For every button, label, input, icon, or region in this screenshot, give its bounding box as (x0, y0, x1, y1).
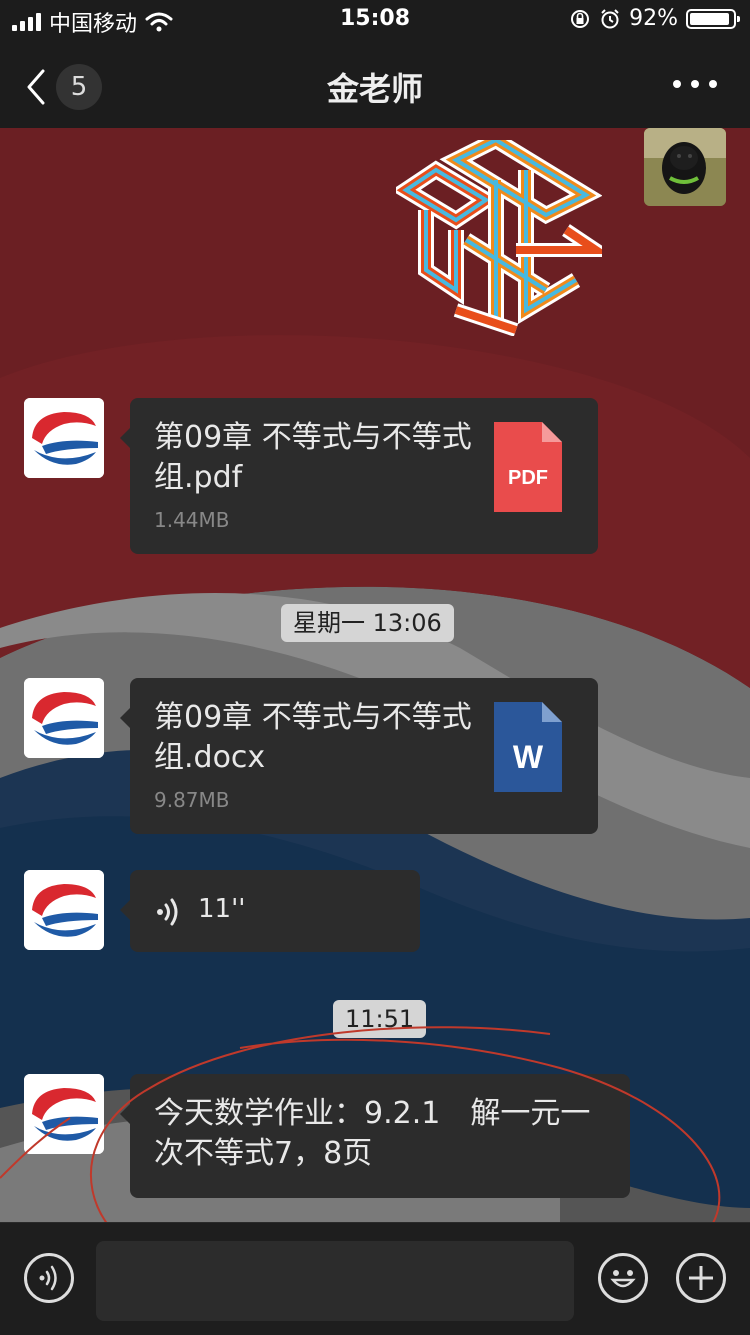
file-message-pdf[interactable]: 第09章 不等式与不等式组.pdf 1.44MB PDF (120, 398, 598, 554)
contact-logo-icon (24, 678, 104, 758)
pdf-file-icon: PDF (494, 422, 562, 512)
contact-avatar[interactable] (24, 1074, 104, 1154)
nav-bar: 5 金老师 (0, 40, 750, 128)
contact-avatar[interactable] (24, 398, 104, 478)
voice-mode-button[interactable] (24, 1253, 74, 1303)
my-avatar[interactable] (644, 128, 726, 206)
dog-photo (644, 128, 726, 206)
file-message-docx[interactable]: 第09章 不等式与不等式组.docx 9.87MB W (120, 678, 598, 834)
chat-area[interactable]: 第09章 不等式与不等式组.pdf 1.44MB PDF 星期一 13:06 第… (0, 128, 750, 1222)
file-name: 第09章 不等式与不等式组.docx (154, 700, 472, 775)
pdf-label: PDF (508, 467, 548, 489)
voice-mode-icon (39, 1265, 57, 1291)
contact-avatar[interactable] (24, 870, 104, 950)
plus-icon (689, 1266, 713, 1290)
voice-duration: 11'' (198, 894, 246, 924)
input-bar (0, 1222, 750, 1335)
emoji-button[interactable] (598, 1253, 648, 1303)
emoji-icon (610, 1270, 636, 1288)
contact-avatar[interactable] (24, 678, 104, 758)
contact-logo-icon (24, 870, 104, 950)
battery-percent: 92% (629, 6, 678, 31)
sticker-image[interactable] (396, 140, 602, 336)
voice-message[interactable]: 11'' (120, 870, 420, 952)
battery-icon (686, 8, 740, 29)
word-label: W (513, 739, 544, 775)
text-message[interactable]: 今天数学作业：9.2.1 解一元一次不等式7，8页 (120, 1074, 630, 1198)
file-name: 第09章 不等式与不等式组.pdf (154, 420, 472, 495)
chat-wallpaper (0, 128, 750, 1222)
plus-button[interactable] (676, 1253, 726, 1303)
alarm-icon (601, 8, 619, 28)
more-dots-icon[interactable] (670, 70, 720, 98)
voice-wave-icon (157, 898, 178, 926)
message-input[interactable] (96, 1241, 574, 1321)
file-size: 9.87MB (154, 788, 230, 812)
status-right: 92% (569, 6, 740, 31)
chat-title: 金老师 (326, 70, 423, 108)
orientation-lock-icon (571, 9, 590, 28)
word-file-icon: W (494, 702, 562, 792)
timestamp: 星期一 13:06 (281, 604, 454, 642)
status-bar: 中国移动 15:08 92% (0, 0, 750, 40)
message-text: 今天数学作业：9.2.1 解一元一次不等式7，8页 (154, 1096, 591, 1171)
contact-logo-icon (24, 1074, 104, 1154)
contact-logo-icon (24, 398, 104, 478)
file-size: 1.44MB (154, 508, 230, 532)
timestamp: 11:51 (333, 1000, 427, 1038)
